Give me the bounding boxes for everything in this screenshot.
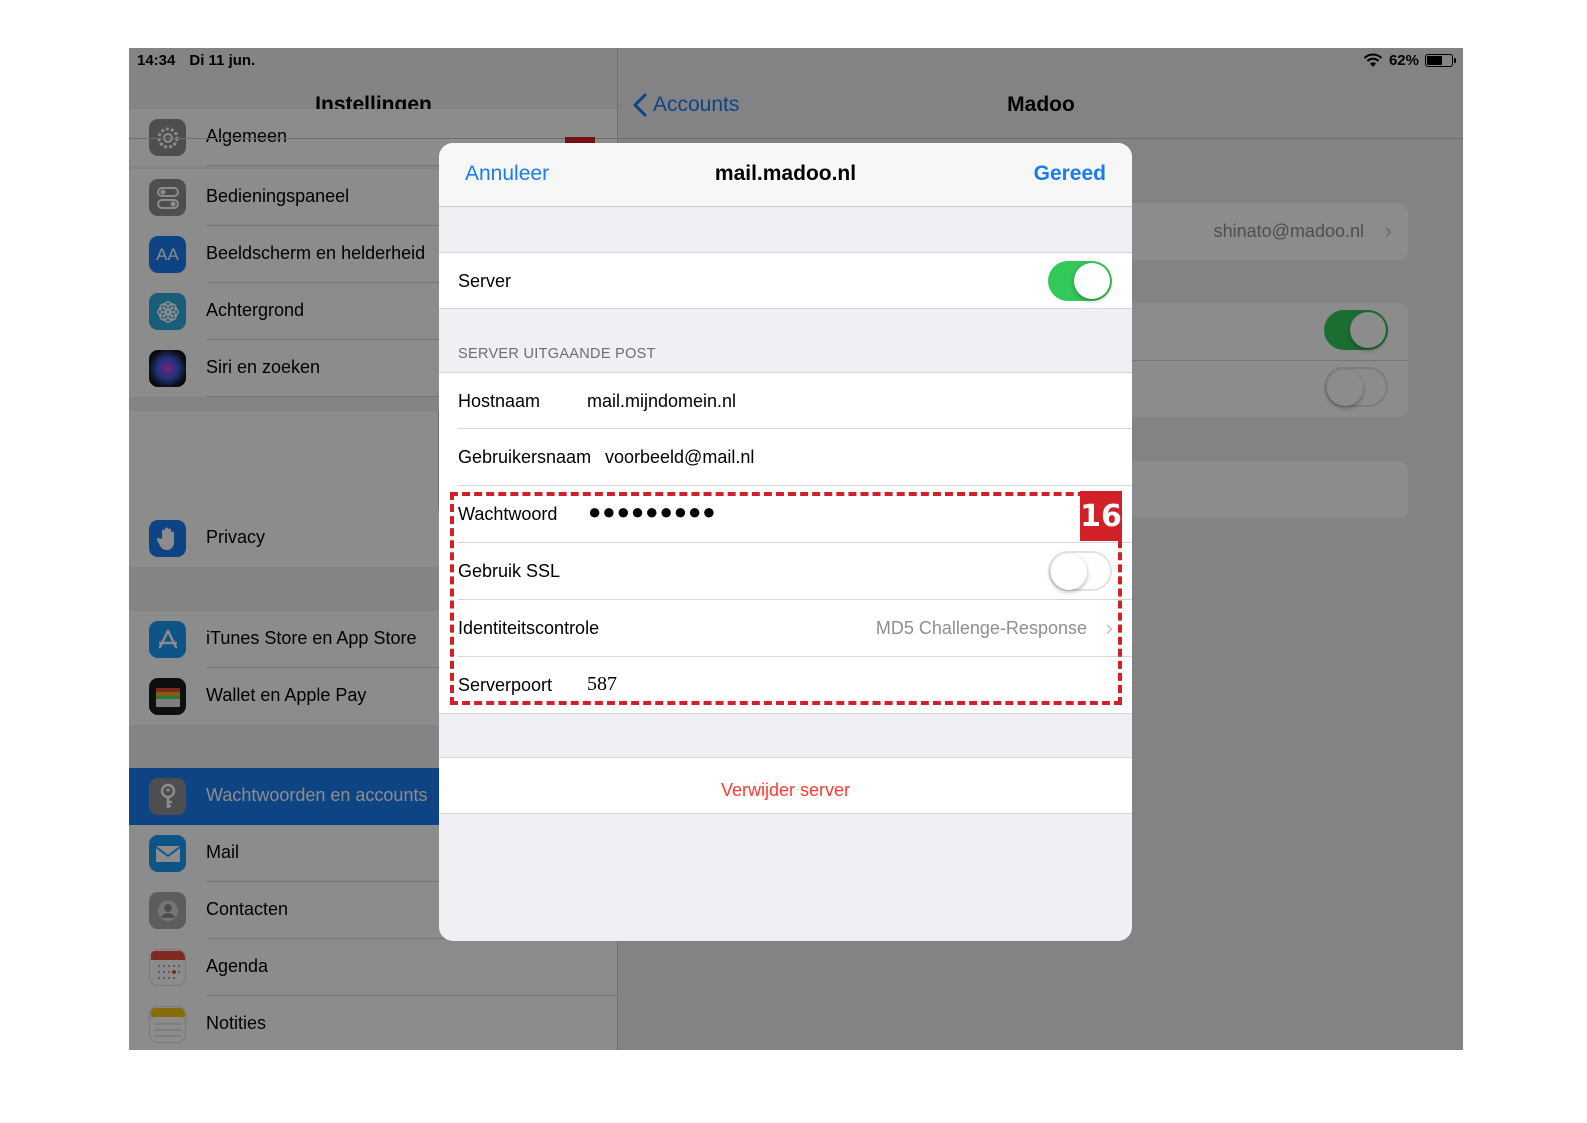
hostname-row: Hostnaam mail.mijndomein.nl xyxy=(439,372,1132,429)
server-switch[interactable] xyxy=(1048,261,1112,301)
delete-server-row[interactable]: Verwijder server xyxy=(439,757,1132,814)
hostname-label: Hostnaam xyxy=(458,391,541,411)
section-header: SERVER UITGAANDE POST xyxy=(458,346,656,362)
ipad-screen: 14:34 Di 11 jun. Instellingen Algemeen Be… xyxy=(129,48,1463,1050)
sheet-nav-bar: Annuleer mail.madoo.nl Gereed xyxy=(439,143,1132,207)
username-label: Gebruikersnaam xyxy=(458,447,592,467)
server-label: Server xyxy=(458,271,512,291)
page: 14:34 Di 11 jun. Instellingen Algemeen Be… xyxy=(0,0,1587,1123)
highlight-box xyxy=(450,492,1122,705)
step-badge: 16 xyxy=(1080,491,1122,541)
sheet-title: mail.madoo.nl xyxy=(714,162,857,185)
done-button[interactable]: Gereed xyxy=(1034,162,1106,186)
hostname-field[interactable]: mail.mijndomein.nl xyxy=(587,391,736,412)
server-row: Server xyxy=(439,252,1132,309)
username-row: Gebruikersnaam voorbeeld@mail.nl xyxy=(439,429,1132,486)
delete-server-button[interactable]: Verwijder server xyxy=(439,780,1132,801)
username-field[interactable]: voorbeeld@mail.nl xyxy=(605,447,754,468)
